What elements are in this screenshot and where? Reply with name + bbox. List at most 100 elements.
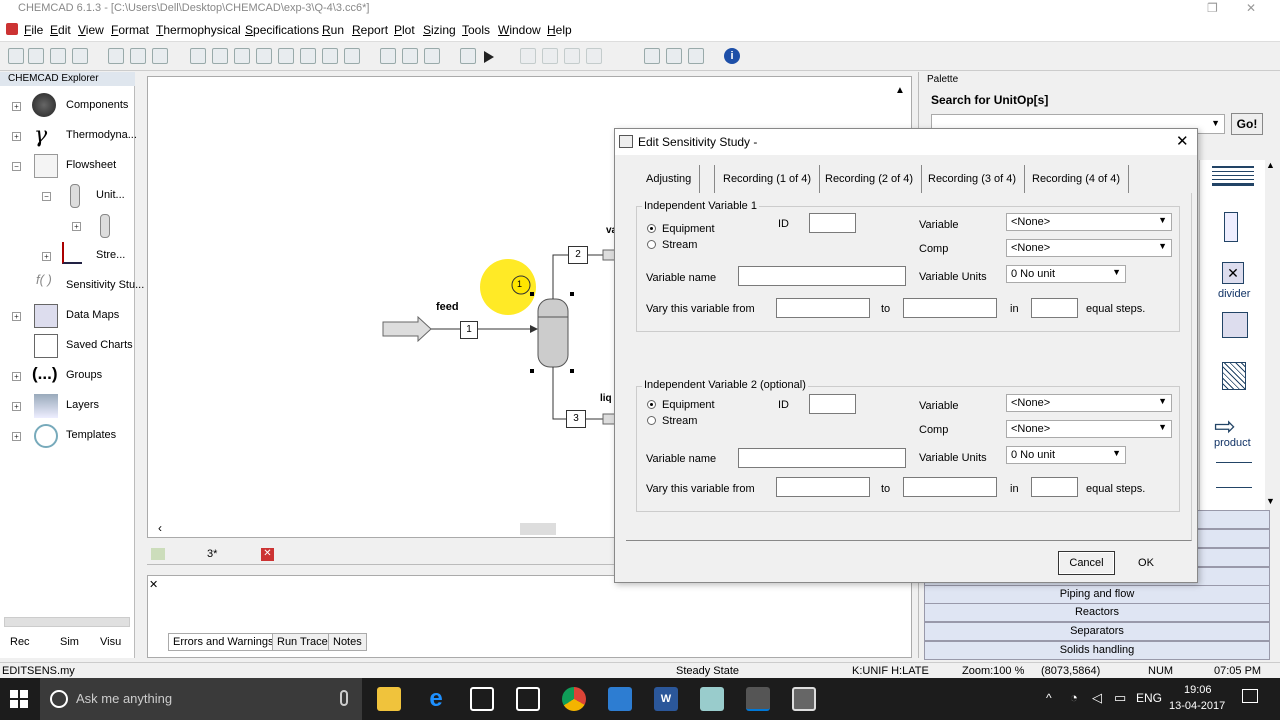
- tab-errors-and-warnings[interactable]: Errors and Warnings: [168, 633, 279, 651]
- microphone-icon[interactable]: [340, 690, 348, 706]
- tree-item-data-maps[interactable]: Data Maps: [66, 309, 119, 321]
- explorer-scrollbar[interactable]: [4, 617, 130, 627]
- horizontal-scroll-thumb[interactable]: [520, 523, 556, 535]
- report-icon[interactable]: [666, 48, 682, 64]
- explorer-tab-visual[interactable]: Visu: [100, 636, 121, 648]
- convergence-icon[interactable]: [644, 48, 660, 64]
- tree-item-saved-charts[interactable]: Saved Charts: [66, 339, 133, 351]
- copy-icon[interactable]: [130, 48, 146, 64]
- app-window-icon[interactable]: [792, 687, 816, 711]
- info-icon[interactable]: i: [724, 48, 740, 64]
- cut-icon[interactable]: [108, 48, 124, 64]
- menu-edit[interactable]: Edit: [50, 23, 71, 37]
- flip-icon[interactable]: [300, 48, 316, 64]
- tree-item-flowsheet[interactable]: Flowsheet: [66, 159, 116, 171]
- vary-from-input-1[interactable]: [776, 298, 870, 318]
- volume-icon[interactable]: ◁: [1092, 690, 1102, 706]
- expand-icon[interactable]: +: [72, 222, 81, 231]
- menu-view[interactable]: View: [78, 23, 104, 37]
- layout-icon[interactable]: [322, 48, 338, 64]
- tab-recording-4[interactable]: Recording (4 of 4): [1024, 165, 1130, 193]
- menu-thermophysical[interactable]: Thermophysical: [156, 23, 241, 37]
- stream-radio-1[interactable]: [647, 240, 656, 249]
- language-indicator[interactable]: ENG: [1136, 691, 1162, 705]
- run-icon[interactable]: [484, 51, 494, 63]
- tool-icon[interactable]: [520, 48, 536, 64]
- tree-item-sensitivity-study[interactable]: Sensitivity Stu...: [66, 279, 144, 291]
- tab-recording-1[interactable]: Recording (1 of 4): [714, 165, 821, 193]
- mixer-icon[interactable]: [1216, 462, 1252, 488]
- expand-icon[interactable]: +: [12, 402, 21, 411]
- tree-item-layers[interactable]: Layers: [66, 399, 99, 411]
- app-icon[interactable]: [608, 687, 632, 711]
- open-icon[interactable]: [28, 48, 44, 64]
- palette-category-piping[interactable]: Piping and flow: [924, 585, 1270, 604]
- media-icon[interactable]: [516, 687, 540, 711]
- stream-id-box[interactable]: 1: [460, 321, 478, 339]
- tree-item-unitops[interactable]: Unit...: [96, 189, 125, 201]
- comp-select-2[interactable]: <None> ▼: [1006, 420, 1172, 438]
- tool-icon[interactable]: [542, 48, 558, 64]
- explorer-tab-simulation[interactable]: Sim: [60, 636, 79, 648]
- menu-format[interactable]: Format: [111, 23, 149, 37]
- app-icon[interactable]: [6, 23, 18, 35]
- rotate-icon[interactable]: [278, 48, 294, 64]
- variable-name-input-1[interactable]: [738, 266, 906, 286]
- chrome-icon[interactable]: [562, 687, 586, 711]
- edge-icon[interactable]: e: [424, 687, 448, 711]
- selection-handle[interactable]: [570, 292, 574, 296]
- run-all-icon[interactable]: [460, 48, 476, 64]
- new-icon[interactable]: [8, 48, 24, 64]
- menu-report[interactable]: Report: [352, 23, 388, 37]
- paste-icon[interactable]: [152, 48, 168, 64]
- expand-icon[interactable]: +: [12, 102, 21, 111]
- windows-start-icon[interactable]: [10, 690, 28, 708]
- tab-adjusting[interactable]: Adjusting: [638, 165, 701, 193]
- file-explorer-icon[interactable]: [377, 687, 401, 711]
- stream-id-box[interactable]: 3: [566, 410, 586, 428]
- comp-select-1[interactable]: <None> ▼: [1006, 239, 1172, 257]
- taskbar-search[interactable]: Ask me anything: [40, 678, 362, 720]
- collapse-icon[interactable]: −: [42, 192, 51, 201]
- print-icon[interactable]: [72, 48, 88, 64]
- tree-item-templates[interactable]: Templates: [66, 429, 116, 441]
- variable-units-select-2[interactable]: 0 No unit ▼: [1006, 446, 1126, 464]
- selection-handle[interactable]: [530, 292, 534, 296]
- units-icon[interactable]: [380, 48, 396, 64]
- word-icon[interactable]: W: [654, 687, 678, 711]
- expand-icon[interactable]: +: [12, 312, 21, 321]
- variable-name-input-2[interactable]: [738, 448, 906, 468]
- app-icon[interactable]: [700, 687, 724, 711]
- vary-to-input-2[interactable]: [903, 477, 997, 497]
- plot-icon[interactable]: [688, 48, 704, 64]
- scroll-left-icon[interactable]: ‹: [158, 521, 162, 535]
- scroll-up-icon[interactable]: ▲: [895, 85, 905, 96]
- id-input-1[interactable]: [809, 213, 856, 233]
- restore-icon[interactable]: ❐: [1207, 1, 1218, 15]
- steps-input-2[interactable]: [1031, 477, 1078, 497]
- expand-icon[interactable]: +: [12, 432, 21, 441]
- collapse-icon[interactable]: −: [12, 162, 21, 171]
- expand-icon[interactable]: +: [12, 132, 21, 141]
- palette-category-reactors[interactable]: Reactors: [924, 603, 1270, 622]
- stream-radio-2[interactable]: [647, 416, 656, 425]
- column-unitop-icon[interactable]: [537, 298, 569, 368]
- zoom-in-icon[interactable]: [212, 48, 228, 64]
- product-arrow-icon[interactable]: ⇨: [1214, 413, 1236, 439]
- scroll-up-icon[interactable]: ▲: [1266, 160, 1275, 170]
- menu-file[interactable]: File: [24, 23, 43, 37]
- tab-notes[interactable]: Notes: [328, 633, 367, 651]
- menu-specifications[interactable]: Specifications: [245, 23, 319, 37]
- heat-exchanger-icon[interactable]: [1212, 166, 1254, 186]
- chemcad-icon[interactable]: [746, 687, 770, 711]
- vary-to-input-1[interactable]: [903, 298, 997, 318]
- palette-category-solids[interactable]: Solids handling: [924, 641, 1270, 660]
- variable-units-select-1[interactable]: 0 No unit ▼: [1006, 265, 1126, 283]
- variable-select-2[interactable]: <None> ▼: [1006, 394, 1172, 412]
- palette-category-separators[interactable]: Separators: [924, 622, 1270, 641]
- dialog-close-icon[interactable]: ✕: [1176, 132, 1189, 150]
- clock-date[interactable]: 13-04-2017: [1169, 700, 1225, 712]
- menu-window[interactable]: Window: [498, 23, 541, 37]
- component-icon[interactable]: [424, 48, 440, 64]
- tree-item-thermodynamics[interactable]: Thermodyna...: [66, 129, 137, 141]
